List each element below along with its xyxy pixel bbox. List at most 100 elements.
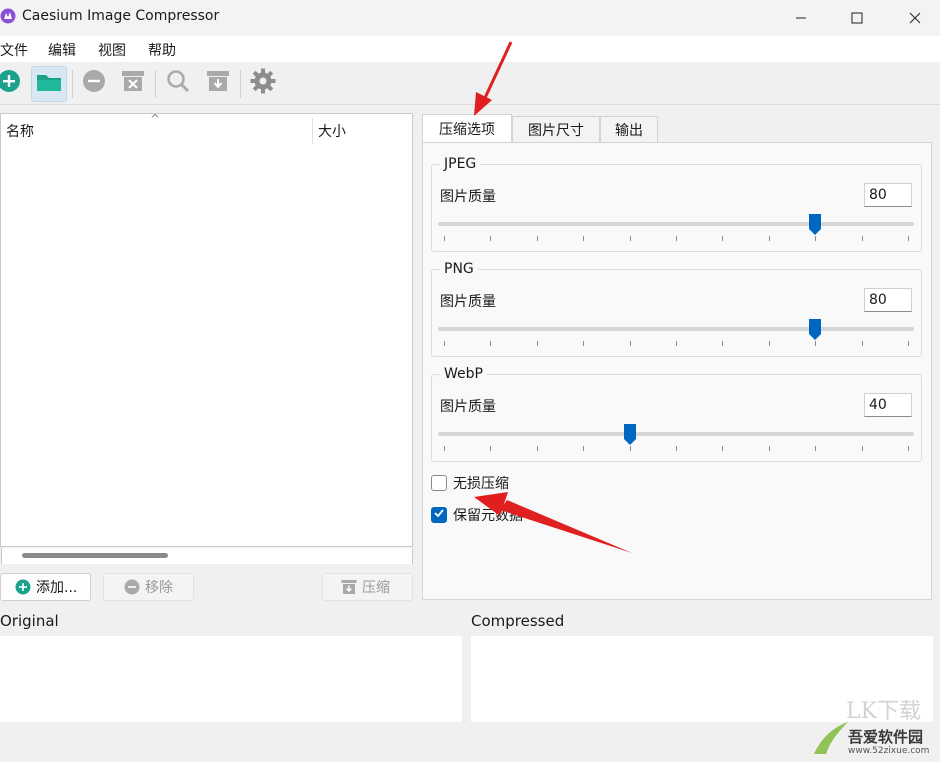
slider-tick bbox=[444, 236, 445, 241]
slider-track[interactable] bbox=[438, 327, 914, 331]
lossless-checkbox[interactable] bbox=[431, 475, 447, 491]
maximize-icon bbox=[851, 12, 863, 24]
close-icon bbox=[909, 12, 921, 24]
slider-tick bbox=[490, 341, 491, 346]
slider-tick bbox=[815, 236, 816, 241]
compress-button[interactable]: 压缩 bbox=[322, 573, 413, 601]
slider-thumb[interactable] bbox=[624, 424, 636, 446]
watermark-url: www.52zixue.com bbox=[848, 746, 930, 756]
slider-track[interactable] bbox=[438, 432, 914, 436]
slider-tick bbox=[583, 341, 584, 346]
slider-tick bbox=[769, 341, 770, 346]
compress-button-label: 压缩 bbox=[362, 580, 390, 596]
slider-tick bbox=[630, 341, 631, 346]
png-quality-label: 图片质量 bbox=[440, 294, 496, 310]
tab-image-size[interactable]: 图片尺寸 bbox=[512, 116, 600, 142]
file-list[interactable] bbox=[0, 113, 413, 547]
keep-metadata-label[interactable]: 保留元数据 bbox=[453, 505, 523, 525]
compress-icon bbox=[341, 579, 357, 595]
menu-edit[interactable]: 编辑 bbox=[48, 40, 76, 60]
slider-tick bbox=[444, 341, 445, 346]
png-quality-slider[interactable] bbox=[438, 317, 914, 353]
toolbar-separator bbox=[155, 70, 156, 98]
slider-tick bbox=[583, 446, 584, 451]
menu-bar bbox=[0, 36, 940, 62]
jpeg-group-title: JPEG bbox=[440, 156, 481, 172]
slider-tick bbox=[676, 341, 677, 346]
scrollbar-thumb[interactable] bbox=[22, 553, 168, 558]
preview-button[interactable] bbox=[161, 66, 195, 100]
slider-track[interactable] bbox=[438, 222, 914, 226]
site-watermark: LK下载 吾爱软件园 www.52zixue.com bbox=[808, 699, 936, 758]
column-header-name[interactable]: 名称 bbox=[6, 121, 34, 141]
menu-file[interactable]: 文件 bbox=[0, 40, 28, 60]
add-folder-button[interactable] bbox=[31, 66, 67, 102]
slider-tick bbox=[815, 341, 816, 346]
checkmark-icon bbox=[433, 507, 445, 523]
slider-tick bbox=[769, 236, 770, 241]
webp-quality-spinbox[interactable]: 40 bbox=[864, 393, 912, 417]
png-quality-spinbox[interactable]: 80 bbox=[864, 288, 912, 312]
jpeg-quality-slider[interactable] bbox=[438, 212, 914, 248]
slider-thumb[interactable] bbox=[809, 214, 821, 236]
tab-label: 输出 bbox=[615, 122, 643, 139]
preview-icon bbox=[165, 68, 191, 98]
add-files-button[interactable] bbox=[0, 66, 26, 100]
menu-view[interactable]: 视图 bbox=[98, 40, 126, 60]
window-title: Caesium Image Compressor bbox=[22, 8, 220, 24]
slider-thumb[interactable] bbox=[809, 319, 821, 341]
jpeg-quality-spinbox[interactable]: 80 bbox=[864, 183, 912, 207]
toolbar-separator bbox=[240, 70, 241, 98]
slider-tick bbox=[722, 446, 723, 451]
slider-tick bbox=[490, 446, 491, 451]
slider-tick bbox=[722, 341, 723, 346]
tab-compression-options[interactable]: 压缩选项 bbox=[422, 114, 512, 143]
slider-tick bbox=[815, 446, 816, 451]
settings-icon bbox=[249, 67, 277, 99]
close-button[interactable] bbox=[892, 0, 938, 36]
slider-tick bbox=[908, 341, 909, 346]
settings-button[interactable] bbox=[246, 66, 280, 100]
remove-item-button[interactable]: 移除 bbox=[103, 573, 194, 601]
minimize-button[interactable] bbox=[778, 0, 824, 36]
slider-tick bbox=[908, 236, 909, 241]
slider-tick bbox=[490, 236, 491, 241]
add-icon bbox=[15, 579, 31, 595]
slider-tick bbox=[537, 446, 538, 451]
clear-list-button[interactable] bbox=[116, 66, 150, 100]
svg-text:LK下载: LK下载 bbox=[846, 700, 921, 724]
remove-icon bbox=[124, 579, 140, 595]
tab-output[interactable]: 输出 bbox=[600, 116, 658, 142]
caesium-logo-icon bbox=[0, 8, 16, 24]
minimize-icon bbox=[795, 12, 807, 24]
tab-label: 图片尺寸 bbox=[528, 122, 584, 139]
compressed-preview-label: Compressed bbox=[471, 612, 565, 630]
webp-quality-label: 图片质量 bbox=[440, 399, 496, 415]
watermark-brand: 吾爱软件园 bbox=[848, 728, 924, 746]
toolbar-separator bbox=[72, 70, 73, 98]
maximize-button[interactable] bbox=[834, 0, 880, 36]
webp-quality-slider[interactable] bbox=[438, 422, 914, 458]
slider-tick bbox=[908, 446, 909, 451]
remove-icon bbox=[82, 69, 106, 97]
compress-icon bbox=[205, 69, 231, 97]
compress-toolbar-button[interactable] bbox=[201, 66, 235, 100]
keep-metadata-checkbox[interactable] bbox=[431, 507, 447, 523]
slider-tick bbox=[444, 446, 445, 451]
remove-button[interactable] bbox=[77, 66, 111, 100]
column-divider[interactable] bbox=[312, 118, 313, 144]
slider-tick bbox=[862, 341, 863, 346]
add-button[interactable]: 添加... bbox=[0, 573, 91, 601]
lossless-label[interactable]: 无损压缩 bbox=[453, 473, 509, 493]
remove-button-label: 移除 bbox=[145, 580, 173, 596]
slider-tick bbox=[537, 341, 538, 346]
png-group-title: PNG bbox=[440, 261, 478, 277]
slider-tick bbox=[722, 236, 723, 241]
slider-tick bbox=[676, 446, 677, 451]
slider-tick bbox=[630, 236, 631, 241]
slider-tick bbox=[862, 446, 863, 451]
slider-tick bbox=[583, 236, 584, 241]
column-header-size[interactable]: 大小 bbox=[318, 121, 346, 141]
add-icon bbox=[0, 69, 21, 97]
menu-help[interactable]: 帮助 bbox=[148, 40, 176, 60]
